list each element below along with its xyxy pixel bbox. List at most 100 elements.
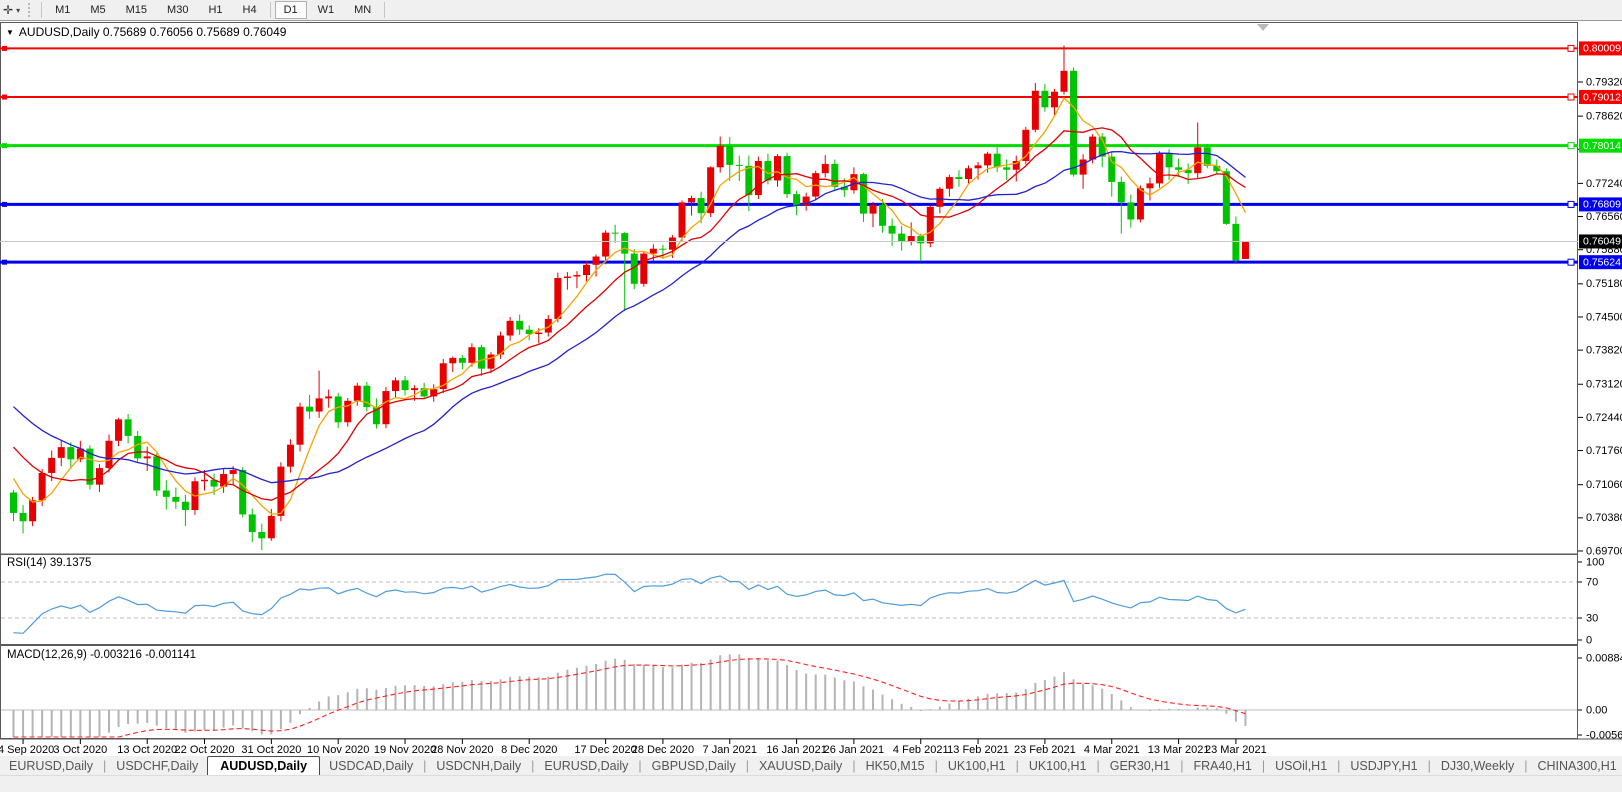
macd-bar bbox=[242, 710, 244, 728]
macd-bar bbox=[251, 710, 253, 731]
tab-hk50-m15[interactable]: HK50,M15 bbox=[857, 757, 934, 776]
candle bbox=[554, 273, 561, 323]
macd-bar bbox=[289, 710, 291, 723]
macd-bar bbox=[385, 688, 387, 710]
macd-bar bbox=[882, 695, 884, 710]
macd-bar bbox=[32, 710, 34, 737]
line-price-badge-label: 0.76809 bbox=[1583, 199, 1621, 211]
macd-bar bbox=[662, 667, 664, 710]
macd-bar bbox=[433, 686, 435, 710]
candle bbox=[1156, 151, 1163, 188]
line-handle-left[interactable] bbox=[2, 260, 7, 265]
macd-bar bbox=[79, 710, 81, 737]
macd-bar bbox=[223, 710, 225, 728]
timeframe-button-d1[interactable]: D1 bbox=[275, 1, 307, 19]
price-axis-tick-label: 0.74500 bbox=[1586, 311, 1622, 323]
date-axis-tick-label: 4 Feb 2021 bbox=[893, 744, 949, 755]
date-axis-tick-label: 17 Dec 2020 bbox=[574, 744, 636, 755]
line-handle-left[interactable] bbox=[2, 95, 7, 100]
macd-bar bbox=[872, 690, 874, 710]
timeframe-button-m30[interactable]: M30 bbox=[158, 1, 197, 19]
macd-bar bbox=[108, 710, 110, 733]
timeframe-button-w1[interactable]: W1 bbox=[309, 1, 344, 19]
macd-bar bbox=[729, 654, 731, 710]
chevron-down-icon[interactable]: ▾ bbox=[16, 6, 20, 15]
macd-bar bbox=[700, 663, 702, 710]
timeframe-button-h4[interactable]: H4 bbox=[234, 1, 266, 19]
date-axis-tick-label: 28 Dec 2020 bbox=[632, 744, 694, 755]
macd-bar bbox=[595, 664, 597, 710]
chart-canvas[interactable]: 0.793200.786200.779400.772400.765600.758… bbox=[0, 21, 1622, 755]
macd-bar bbox=[309, 708, 311, 710]
tab-fra40-h1[interactable]: FRA40,H1 bbox=[1184, 757, 1260, 776]
collapse-icon[interactable]: ▼ bbox=[6, 28, 14, 37]
timeframe-button-m1[interactable]: M1 bbox=[46, 1, 79, 19]
tab-gbpusd-daily[interactable]: GBPUSD,Daily bbox=[643, 757, 745, 776]
macd-bar bbox=[987, 694, 989, 710]
macd-bar bbox=[1130, 707, 1132, 710]
date-axis-tick-label: 28 Nov 2020 bbox=[431, 744, 493, 755]
macd-bar bbox=[1149, 710, 1151, 711]
macd-bar bbox=[1225, 710, 1227, 714]
macd-bar bbox=[280, 710, 282, 729]
cursor-tool-icon[interactable]: ✛ bbox=[3, 3, 13, 17]
date-axis-tick-label: 13 Mar 2021 bbox=[1148, 744, 1210, 755]
line-handle-right[interactable] bbox=[1568, 201, 1574, 207]
tab-eurusd-daily[interactable]: EURUSD,Daily bbox=[0, 757, 102, 776]
line-handle-left[interactable] bbox=[2, 202, 7, 207]
timeframe-button-m15[interactable]: M15 bbox=[117, 1, 156, 19]
line-handle-right[interactable] bbox=[1568, 94, 1574, 100]
tab-eurusd-daily[interactable]: EURUSD,Daily bbox=[535, 757, 637, 776]
macd-bar bbox=[901, 704, 903, 710]
macd-bar bbox=[232, 710, 234, 725]
tab-dj30-weekly[interactable]: DJ30,Weekly bbox=[1432, 757, 1523, 776]
tab-ger30-h1[interactable]: GER30,H1 bbox=[1101, 757, 1179, 776]
line-price-badge-label: 0.80009 bbox=[1583, 43, 1621, 55]
macd-bar bbox=[337, 695, 339, 710]
macd-bar bbox=[605, 661, 607, 710]
timeframe-buttons: M1M5M15M30H1H4 D1W1MN bbox=[45, 2, 388, 18]
macd-bar bbox=[1101, 689, 1103, 710]
tab-usdchf-daily[interactable]: USDCHF,Daily bbox=[107, 757, 207, 776]
toolbar: ✛ ▾ M1M5M15M30H1H4 D1W1MN bbox=[0, 0, 1622, 21]
tab-uk100-h1[interactable]: UK100,H1 bbox=[1020, 757, 1096, 776]
macd-bar bbox=[1034, 683, 1036, 710]
macd-bar bbox=[796, 670, 798, 710]
tab-usdcad-daily[interactable]: USDCAD,Daily bbox=[320, 757, 422, 776]
tab-uk100-h1[interactable]: UK100,H1 bbox=[939, 757, 1015, 776]
macd-bar bbox=[843, 680, 845, 710]
macd-bar bbox=[824, 675, 826, 710]
timeframe-button-m5[interactable]: M5 bbox=[81, 1, 114, 19]
line-handle-right[interactable] bbox=[1568, 45, 1574, 51]
price-axis-tick-label: 0.77240 bbox=[1586, 178, 1622, 190]
macd-bar bbox=[318, 701, 320, 710]
macd-bar bbox=[1139, 709, 1141, 710]
macd-bar bbox=[404, 685, 406, 710]
macd-bar bbox=[1092, 685, 1094, 710]
macd-bar bbox=[146, 710, 148, 723]
line-handle-right[interactable] bbox=[1568, 143, 1574, 149]
macd-bar bbox=[118, 710, 120, 727]
timeframe-button-h1[interactable]: H1 bbox=[199, 1, 231, 19]
line-handle-left[interactable] bbox=[2, 143, 7, 148]
tab-usdjpy-h1[interactable]: USDJPY,H1 bbox=[1341, 757, 1426, 776]
timeframe-button-mn[interactable]: MN bbox=[345, 1, 380, 19]
macd-bar bbox=[165, 710, 167, 728]
tab-usoil-h1[interactable]: USOil,H1 bbox=[1266, 757, 1336, 776]
macd-bar bbox=[1006, 693, 1008, 710]
macd-bar bbox=[70, 710, 72, 737]
line-handle-right[interactable] bbox=[1568, 259, 1574, 265]
tab-china300-h1[interactable]: CHINA300,H1 bbox=[1529, 757, 1622, 776]
macd-bar bbox=[1111, 694, 1113, 710]
macd-bar bbox=[60, 710, 62, 737]
macd-bar bbox=[1206, 708, 1208, 710]
tab-usdcnh-daily[interactable]: USDCNH,Daily bbox=[427, 757, 530, 776]
tab-audusd-daily[interactable]: AUDUSD,Daily bbox=[207, 756, 320, 777]
chart-area: 0.793200.786200.779400.772400.765600.758… bbox=[0, 21, 1622, 755]
candle bbox=[1242, 241, 1249, 259]
tab-xauusd-daily[interactable]: XAUUSD,Daily bbox=[750, 757, 851, 776]
toolbar-separator bbox=[384, 2, 385, 18]
price-axis-tick-label: 0.75180 bbox=[1586, 278, 1622, 290]
line-handle-left[interactable] bbox=[2, 46, 7, 51]
macd-bar bbox=[204, 710, 206, 730]
